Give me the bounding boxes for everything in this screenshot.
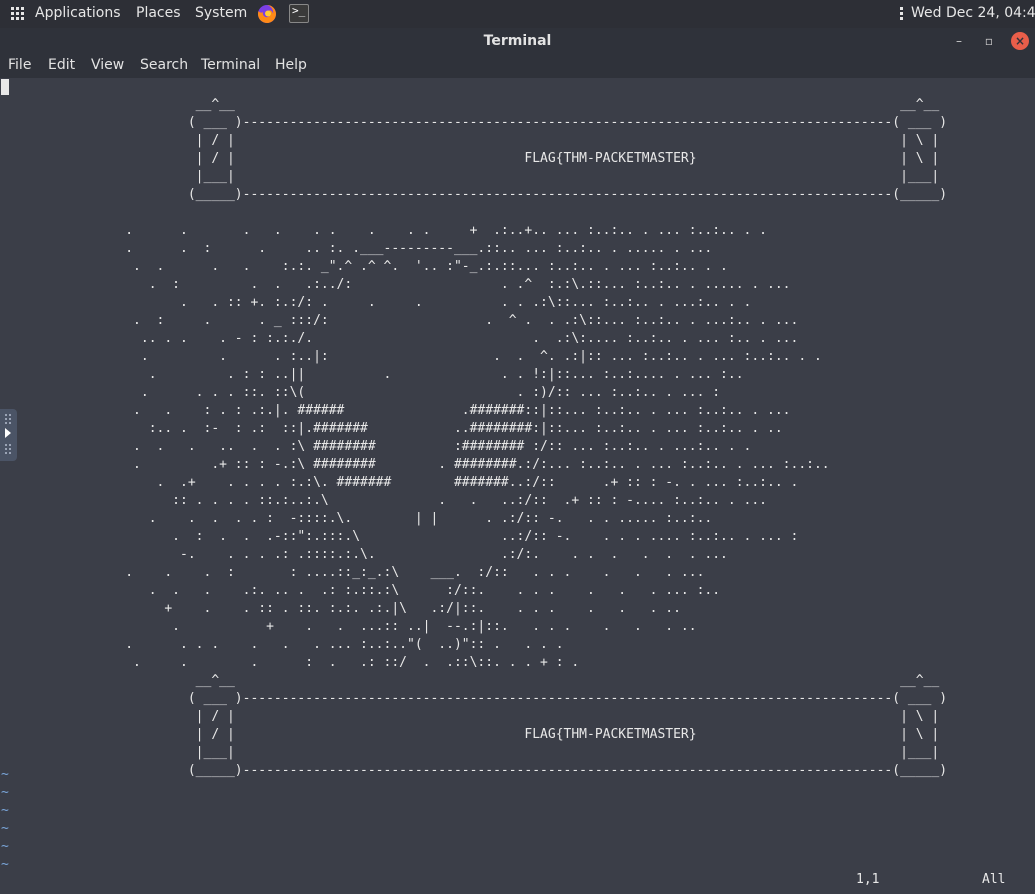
places-menu[interactable]: Places [136, 5, 181, 21]
menu-help[interactable]: Help [275, 57, 307, 73]
menu-search[interactable]: Search [140, 57, 188, 73]
cursor-position: 1,1 [856, 872, 880, 887]
terminal-area[interactable]: __^__ __^__ ( ___ )---------------------… [0, 78, 1035, 894]
expand-arrow-icon [5, 428, 11, 438]
terminal-launcher-icon[interactable]: >_ [289, 4, 309, 23]
window-title: Terminal [483, 33, 552, 49]
text-cursor [1, 79, 9, 95]
kebab-menu-icon[interactable] [900, 7, 903, 21]
terminal-output: __^__ __^__ ( ___ )---------------------… [125, 97, 948, 778]
menu-view[interactable]: View [91, 57, 124, 73]
minimize-button[interactable]: – [950, 32, 968, 50]
scroll-indicator: All [982, 872, 1006, 887]
system-menu[interactable]: System [195, 5, 247, 21]
menu-edit[interactable]: Edit [48, 57, 75, 73]
menu-file[interactable]: File [8, 57, 31, 73]
apps-grid-icon[interactable] [11, 7, 25, 21]
applications-menu[interactable]: Applications [35, 5, 121, 21]
top-panel: Applications Places System >_ Wed Dec 24… [0, 0, 1035, 28]
window-titlebar[interactable]: Terminal – ▫ × [0, 28, 1035, 54]
menubar: File Edit View Search Terminal Help [0, 54, 1035, 78]
side-panel-handle[interactable] [0, 409, 17, 461]
maximize-button[interactable]: ▫ [980, 32, 998, 50]
vim-empty-lines: ~ ~ ~ ~ ~ ~ [1, 767, 9, 872]
clock[interactable]: Wed Dec 24, 04:46 [911, 5, 1035, 21]
menu-terminal[interactable]: Terminal [201, 57, 260, 73]
firefox-icon[interactable] [257, 4, 277, 24]
close-button[interactable]: × [1011, 32, 1029, 50]
